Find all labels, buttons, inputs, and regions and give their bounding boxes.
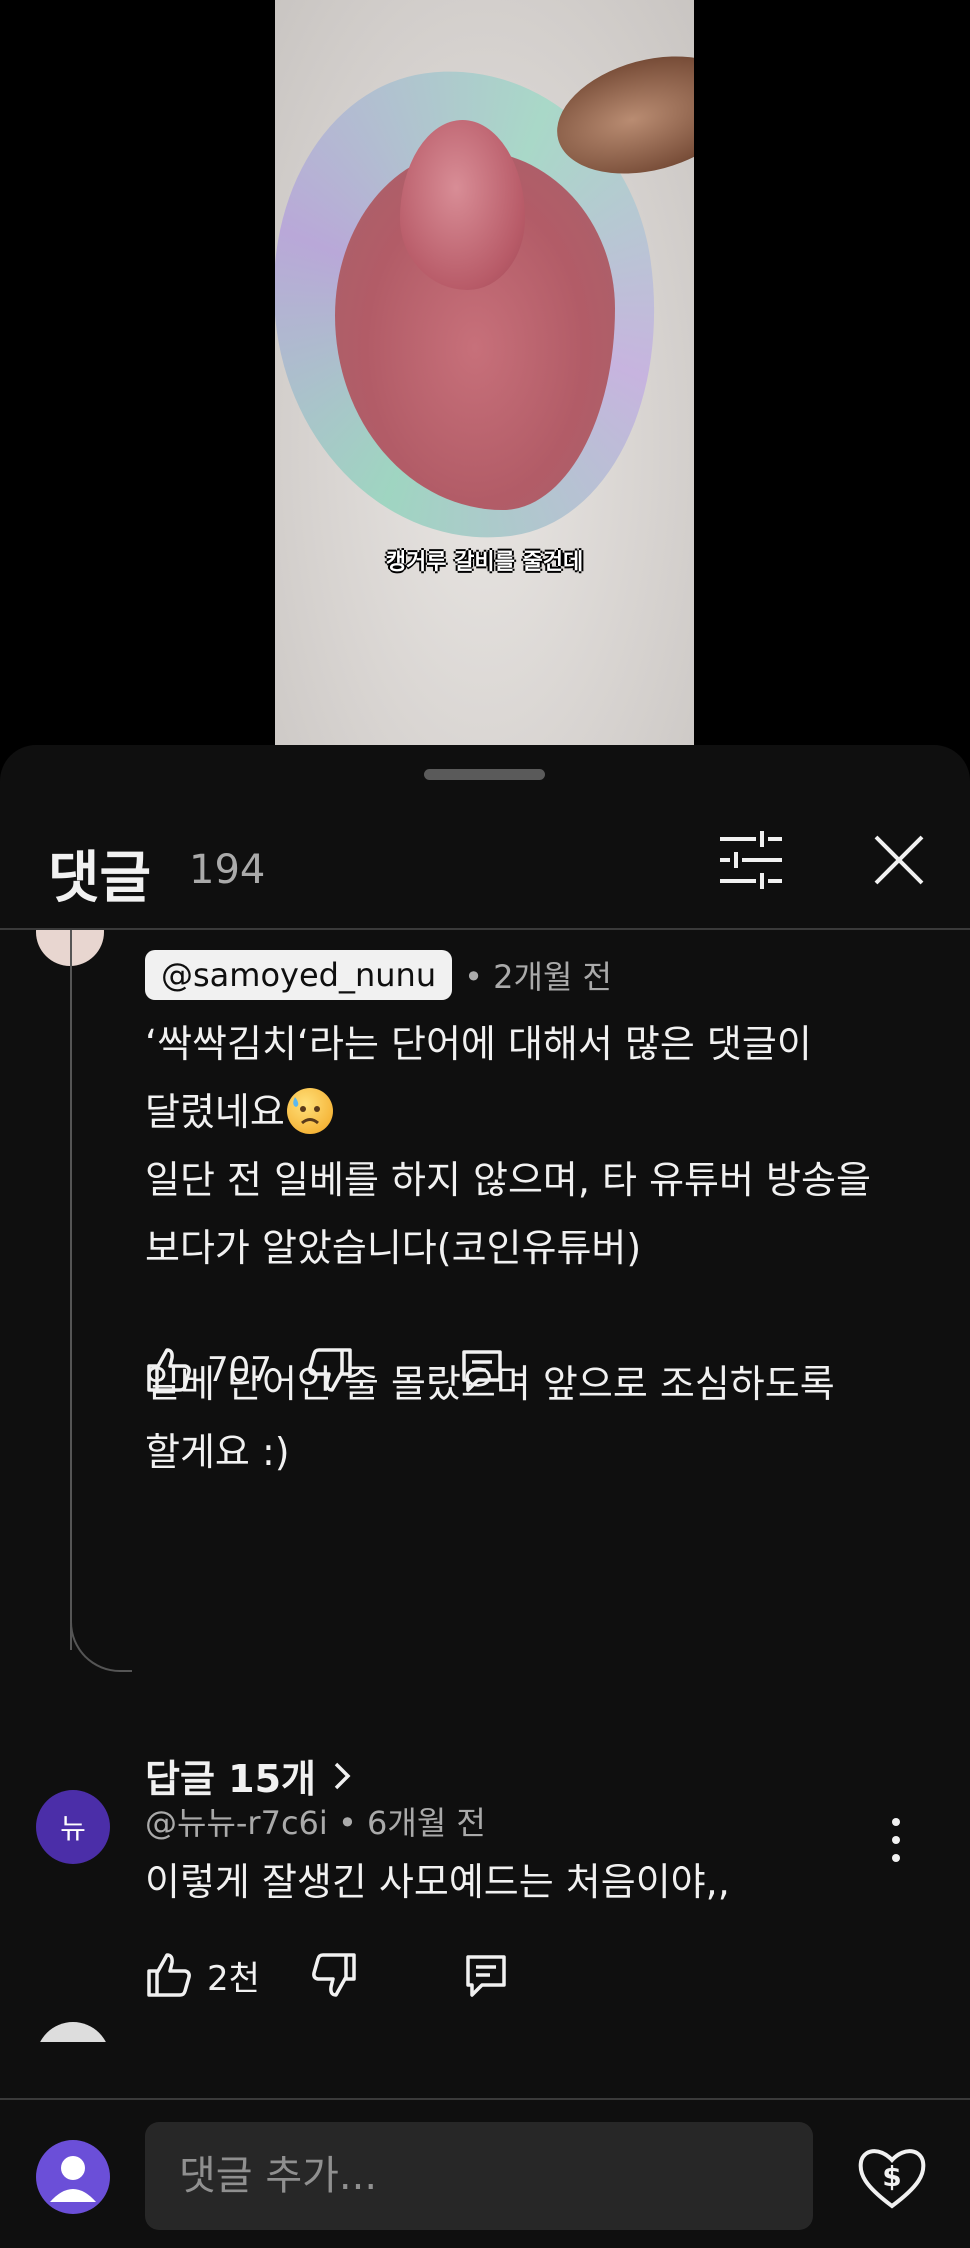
comment-composer: $ (0, 2098, 970, 2248)
drag-handle[interactable] (424, 769, 545, 780)
like-button[interactable] (145, 1951, 193, 1999)
avatar[interactable] (36, 2022, 110, 2042)
like-button[interactable] (145, 1346, 193, 1394)
more-vert-icon (892, 1818, 900, 1862)
like-count: 707 (207, 1350, 272, 1390)
sad-sweat-emoji-icon (286, 1087, 333, 1134)
svg-text:$: $ (882, 2160, 901, 2193)
dislike-button[interactable] (310, 1951, 358, 1999)
comment-input[interactable] (145, 2122, 813, 2230)
close-icon (874, 835, 924, 885)
comment-age: • 2개월 전 (464, 958, 612, 996)
more-options-button[interactable] (876, 1810, 916, 1870)
video-frame[interactable]: 캥거루 갈비를 줄건데 (275, 0, 694, 745)
thread-curve (70, 1600, 132, 1672)
dislike-button[interactable] (306, 1346, 354, 1394)
view-replies-button[interactable]: 답글 15개 (145, 1748, 356, 1803)
close-button[interactable] (866, 827, 932, 893)
chevron-right-icon (334, 1762, 351, 1789)
super-thanks-button[interactable]: $ (855, 2140, 929, 2214)
comments-header: 댓글 194 (0, 805, 970, 915)
reply-icon (466, 1955, 506, 1997)
replies-label: 답글 15개 (145, 1757, 316, 1801)
comment-actions: 707 (145, 1340, 506, 1400)
comment-meta: @뉴뉴-r7c6i • 6개월 전 (145, 1798, 486, 1844)
sliders-icon (720, 831, 782, 889)
thumb-down-icon (312, 1953, 356, 1997)
thumb-up-icon (147, 1348, 191, 1392)
comment-meta: @samoyed_nunu • 2개월 전 (145, 948, 612, 1002)
avatar[interactable]: 뉴 (36, 1790, 110, 1864)
panel-title: 댓글 (48, 846, 152, 911)
author-badge[interactable]: @samoyed_nunu (145, 950, 453, 1000)
comment-actions: 2천 (145, 1945, 510, 2005)
comment-list[interactable]: @samoyed_nunu • 2개월 전 ‘싹싹김치‘라는 단어에 대해서 많… (0, 930, 970, 2042)
comment-line-2: 달렸네요 (145, 1090, 285, 1134)
comment-age: • 6개월 전 (337, 1804, 486, 1842)
comment-text: 이렇게 잘생긴 사모예드는 처음이야,, (145, 1860, 730, 1904)
heart-dollar-icon: $ (858, 2149, 926, 2209)
comments-panel: 댓글 194 @samoyed_nunu • 2개월 전 ‘싹싹김치‘라는 단어… (0, 745, 970, 2248)
comment-line-1: ‘싹싹김치‘라는 단어에 대해서 많은 댓글이 (145, 1022, 812, 1066)
reply-button[interactable] (462, 1951, 510, 1999)
person-icon (50, 2156, 96, 2202)
comment-text: ‘싹싹김치‘라는 단어에 대해서 많은 댓글이 달렸네요 일단 전 일베를 하지… (145, 1010, 905, 1486)
video-player[interactable]: 캥거루 갈비를 줄건데 (0, 0, 970, 745)
thumb-down-icon (308, 1348, 352, 1392)
reply-button[interactable] (458, 1346, 506, 1394)
thread-line (70, 930, 72, 1650)
reply-icon (462, 1350, 502, 1392)
thumb-up-icon (147, 1953, 191, 1997)
my-avatar[interactable] (36, 2140, 110, 2214)
comment-count: 194 (189, 847, 266, 893)
sort-filter-button[interactable] (716, 827, 786, 893)
comment-rest: 일단 전 일베를 하지 않으며, 타 유튜버 방송을 보다가 알았습니다(코인유… (145, 1158, 871, 1474)
video-caption: 캥거루 갈비를 줄건데 (385, 550, 584, 575)
comment-author[interactable]: @뉴뉴-r7c6i (145, 1804, 328, 1842)
like-count: 2천 (207, 1958, 260, 1999)
